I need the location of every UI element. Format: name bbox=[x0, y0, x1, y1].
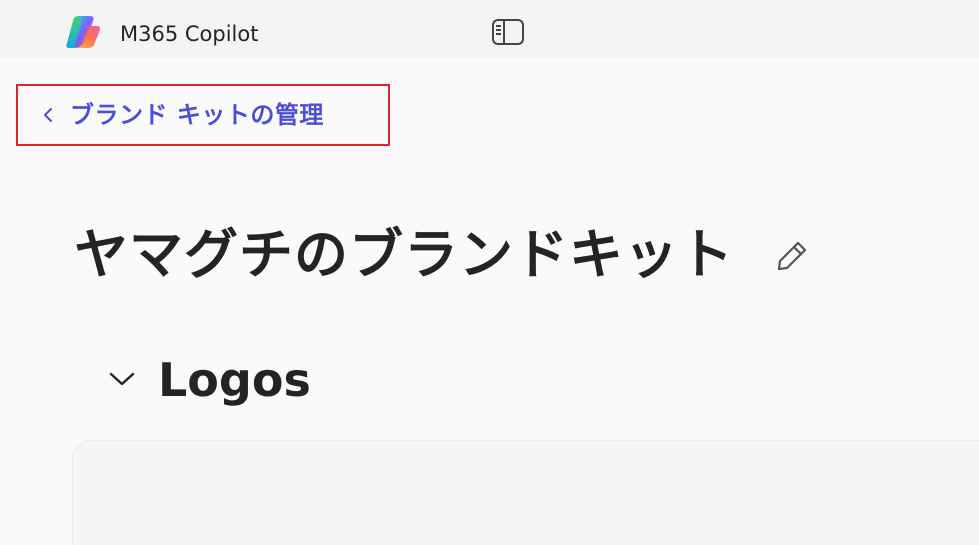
pencil-icon[interactable] bbox=[774, 238, 810, 274]
logos-card bbox=[72, 440, 979, 545]
back-link-label: ブランド キットの管理 bbox=[70, 101, 324, 129]
chevron-left-icon bbox=[44, 108, 52, 122]
chevron-down-icon bbox=[109, 372, 135, 386]
manage-brand-kits-back-link[interactable]: ブランド キットの管理 bbox=[16, 84, 390, 146]
app-title: M365 Copilot bbox=[120, 22, 259, 46]
sidebar-toggle-icon[interactable] bbox=[491, 18, 525, 46]
logos-section-toggle[interactable]: Logos bbox=[104, 346, 404, 416]
page-title: ヤマグチのブランドキット bbox=[74, 223, 734, 286]
title-bar: M365 Copilot bbox=[0, 0, 979, 57]
copilot-logo-icon bbox=[66, 16, 100, 48]
section-title: Logos bbox=[158, 353, 311, 407]
